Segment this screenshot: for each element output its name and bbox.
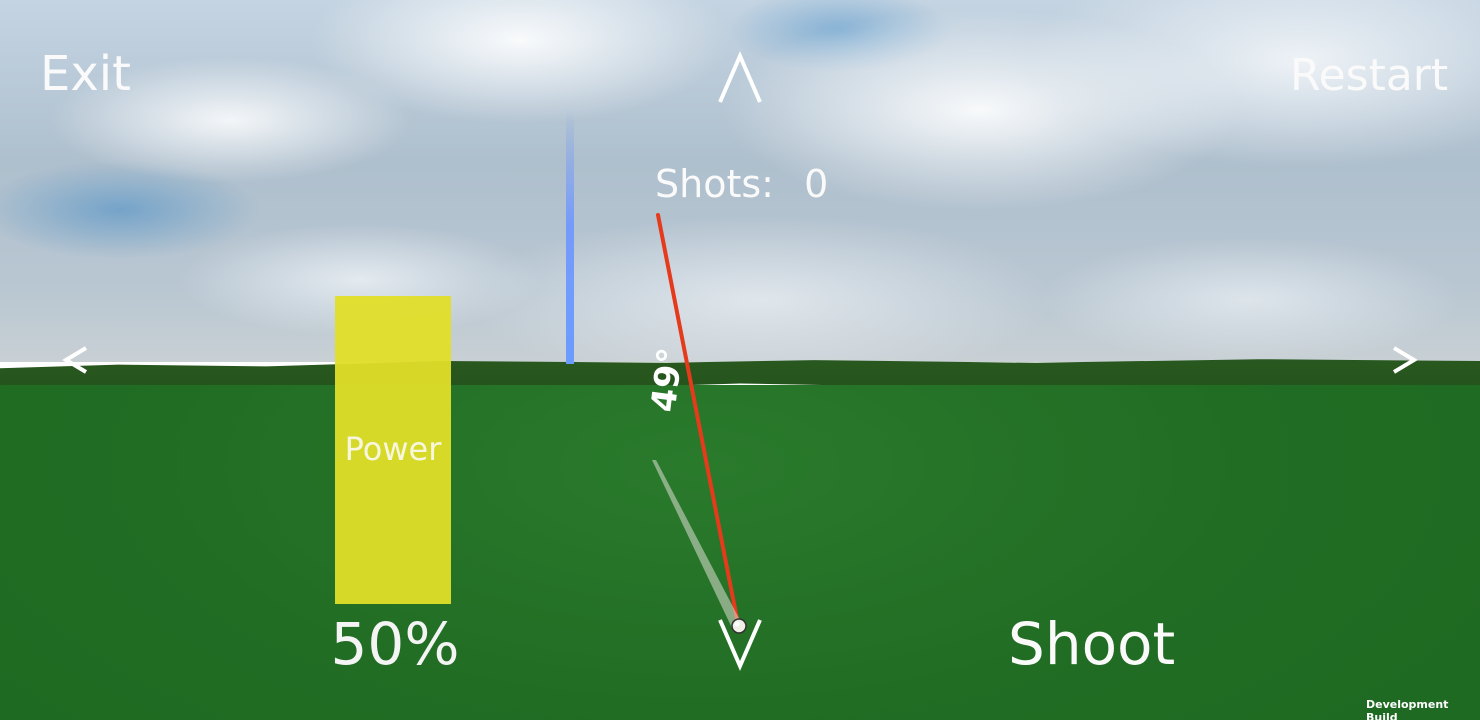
aim-overlay xyxy=(652,213,747,634)
shoot-button[interactable]: Shoot xyxy=(1008,610,1175,678)
power-label: Power xyxy=(344,430,442,468)
angle-label: 49° xyxy=(643,345,692,415)
shots-counter: Shots: 0 xyxy=(655,162,828,206)
restart-button[interactable]: Restart xyxy=(1290,50,1448,101)
aim-line xyxy=(656,213,740,626)
shots-label: Shots: xyxy=(655,162,774,206)
chevron-left-icon[interactable] xyxy=(60,342,92,378)
chevron-down-icon[interactable] xyxy=(716,616,764,672)
exit-button[interactable]: Exit xyxy=(40,46,131,102)
shot-trail xyxy=(652,460,742,628)
development-build-label: Development Build xyxy=(1366,698,1449,724)
chevron-up-icon[interactable] xyxy=(716,50,764,106)
chevron-right-icon[interactable] xyxy=(1388,342,1420,378)
shots-value: 0 xyxy=(804,162,829,206)
power-percent: 50% xyxy=(330,610,460,678)
